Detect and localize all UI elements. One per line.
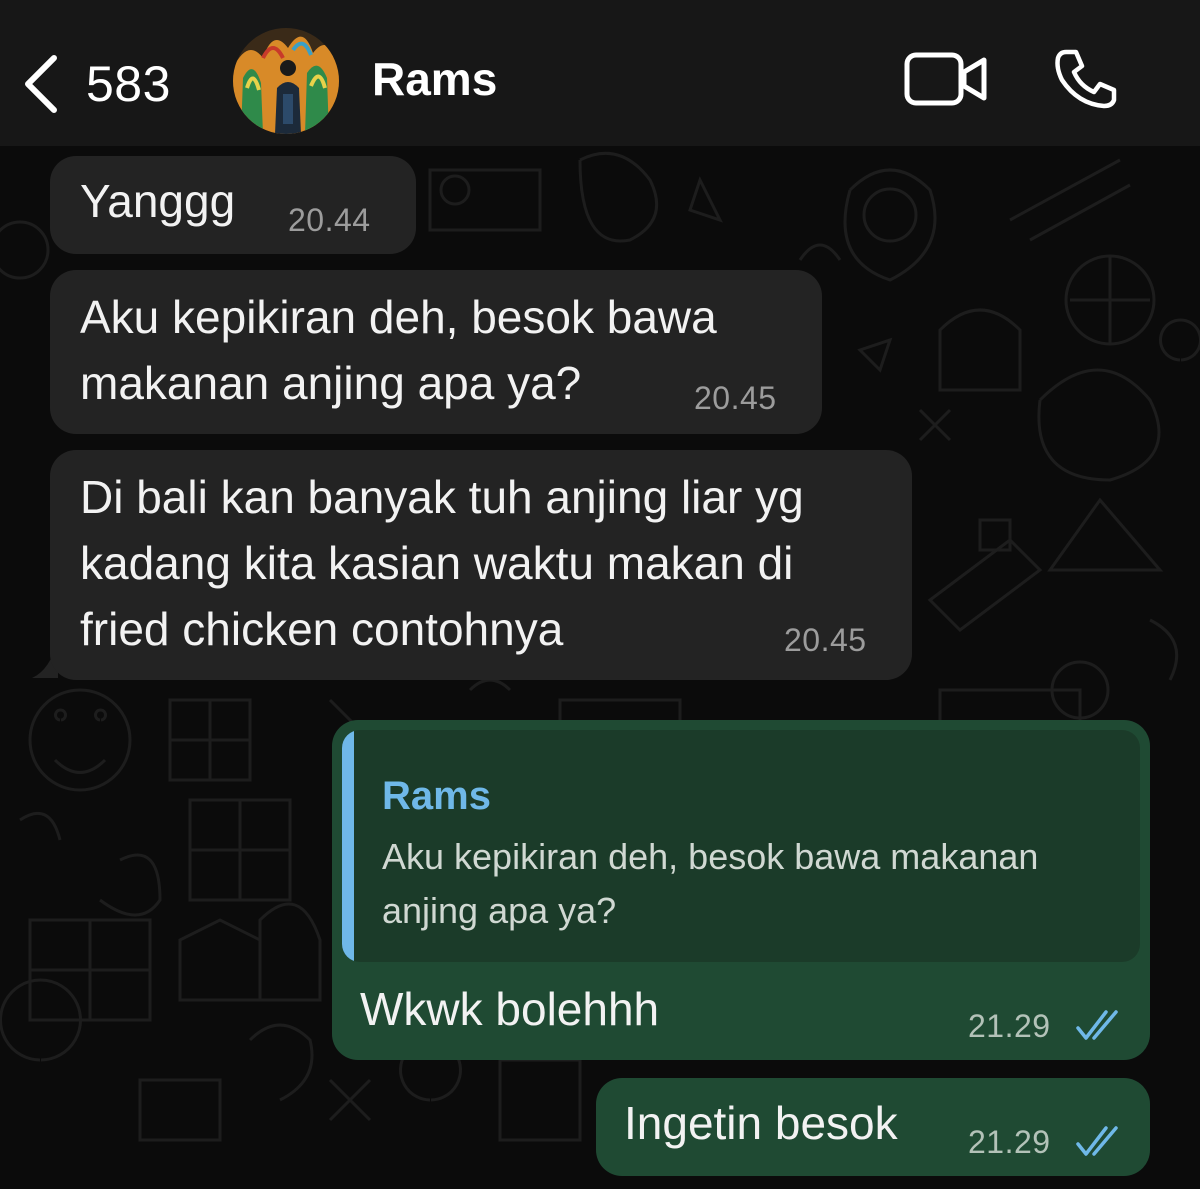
voice-call-button[interactable] [1052,48,1120,110]
message-text: Ingetin besok [624,1097,898,1149]
message-time: 21.29 [968,1008,1051,1044]
read-receipt-icon [1076,1010,1118,1040]
message-bubble-incoming[interactable]: Di bali kan banyak tuh anjing liar yg ka… [50,450,912,680]
message-text: Di bali kan banyak tuh anjing liar yg ka… [80,471,804,655]
video-call-button[interactable] [904,52,988,106]
message-bubble-incoming[interactable]: Yanggg 20.44 [50,156,416,254]
chat-header: 583 Rams [0,0,1200,146]
message-time: 21.29 [968,1124,1051,1160]
unread-count: 583 [86,56,171,112]
quoted-message[interactable]: Rams Aku kepikiran deh, besok bawa makan… [342,730,1140,962]
back-button[interactable]: 583 [20,44,171,124]
phone-icon [1052,49,1120,114]
video-camera-icon [904,52,988,110]
message-bubble-outgoing[interactable]: Rams Aku kepikiran deh, besok bawa makan… [332,720,1150,1060]
message-bubble-outgoing[interactable]: Ingetin besok 21.29 [596,1078,1150,1176]
contact-avatar[interactable] [233,28,339,134]
read-receipt-icon [1076,1126,1118,1156]
chevron-left-icon [20,54,60,114]
quote-author: Rams [382,774,491,818]
message-text: Wkwk bolehhh [360,983,660,1035]
quote-text: Aku kepikiran deh, besok bawa makanan an… [382,836,1039,931]
message-text: Yanggg [80,175,236,227]
message-time: 20.45 [694,380,777,416]
contact-name[interactable]: Rams [372,52,497,106]
quote-accent-bar [342,730,354,962]
message-time: 20.44 [288,202,371,238]
message-time: 20.45 [784,622,867,658]
message-bubble-incoming[interactable]: Aku kepikiran deh, besok bawa makanan an… [50,270,822,434]
